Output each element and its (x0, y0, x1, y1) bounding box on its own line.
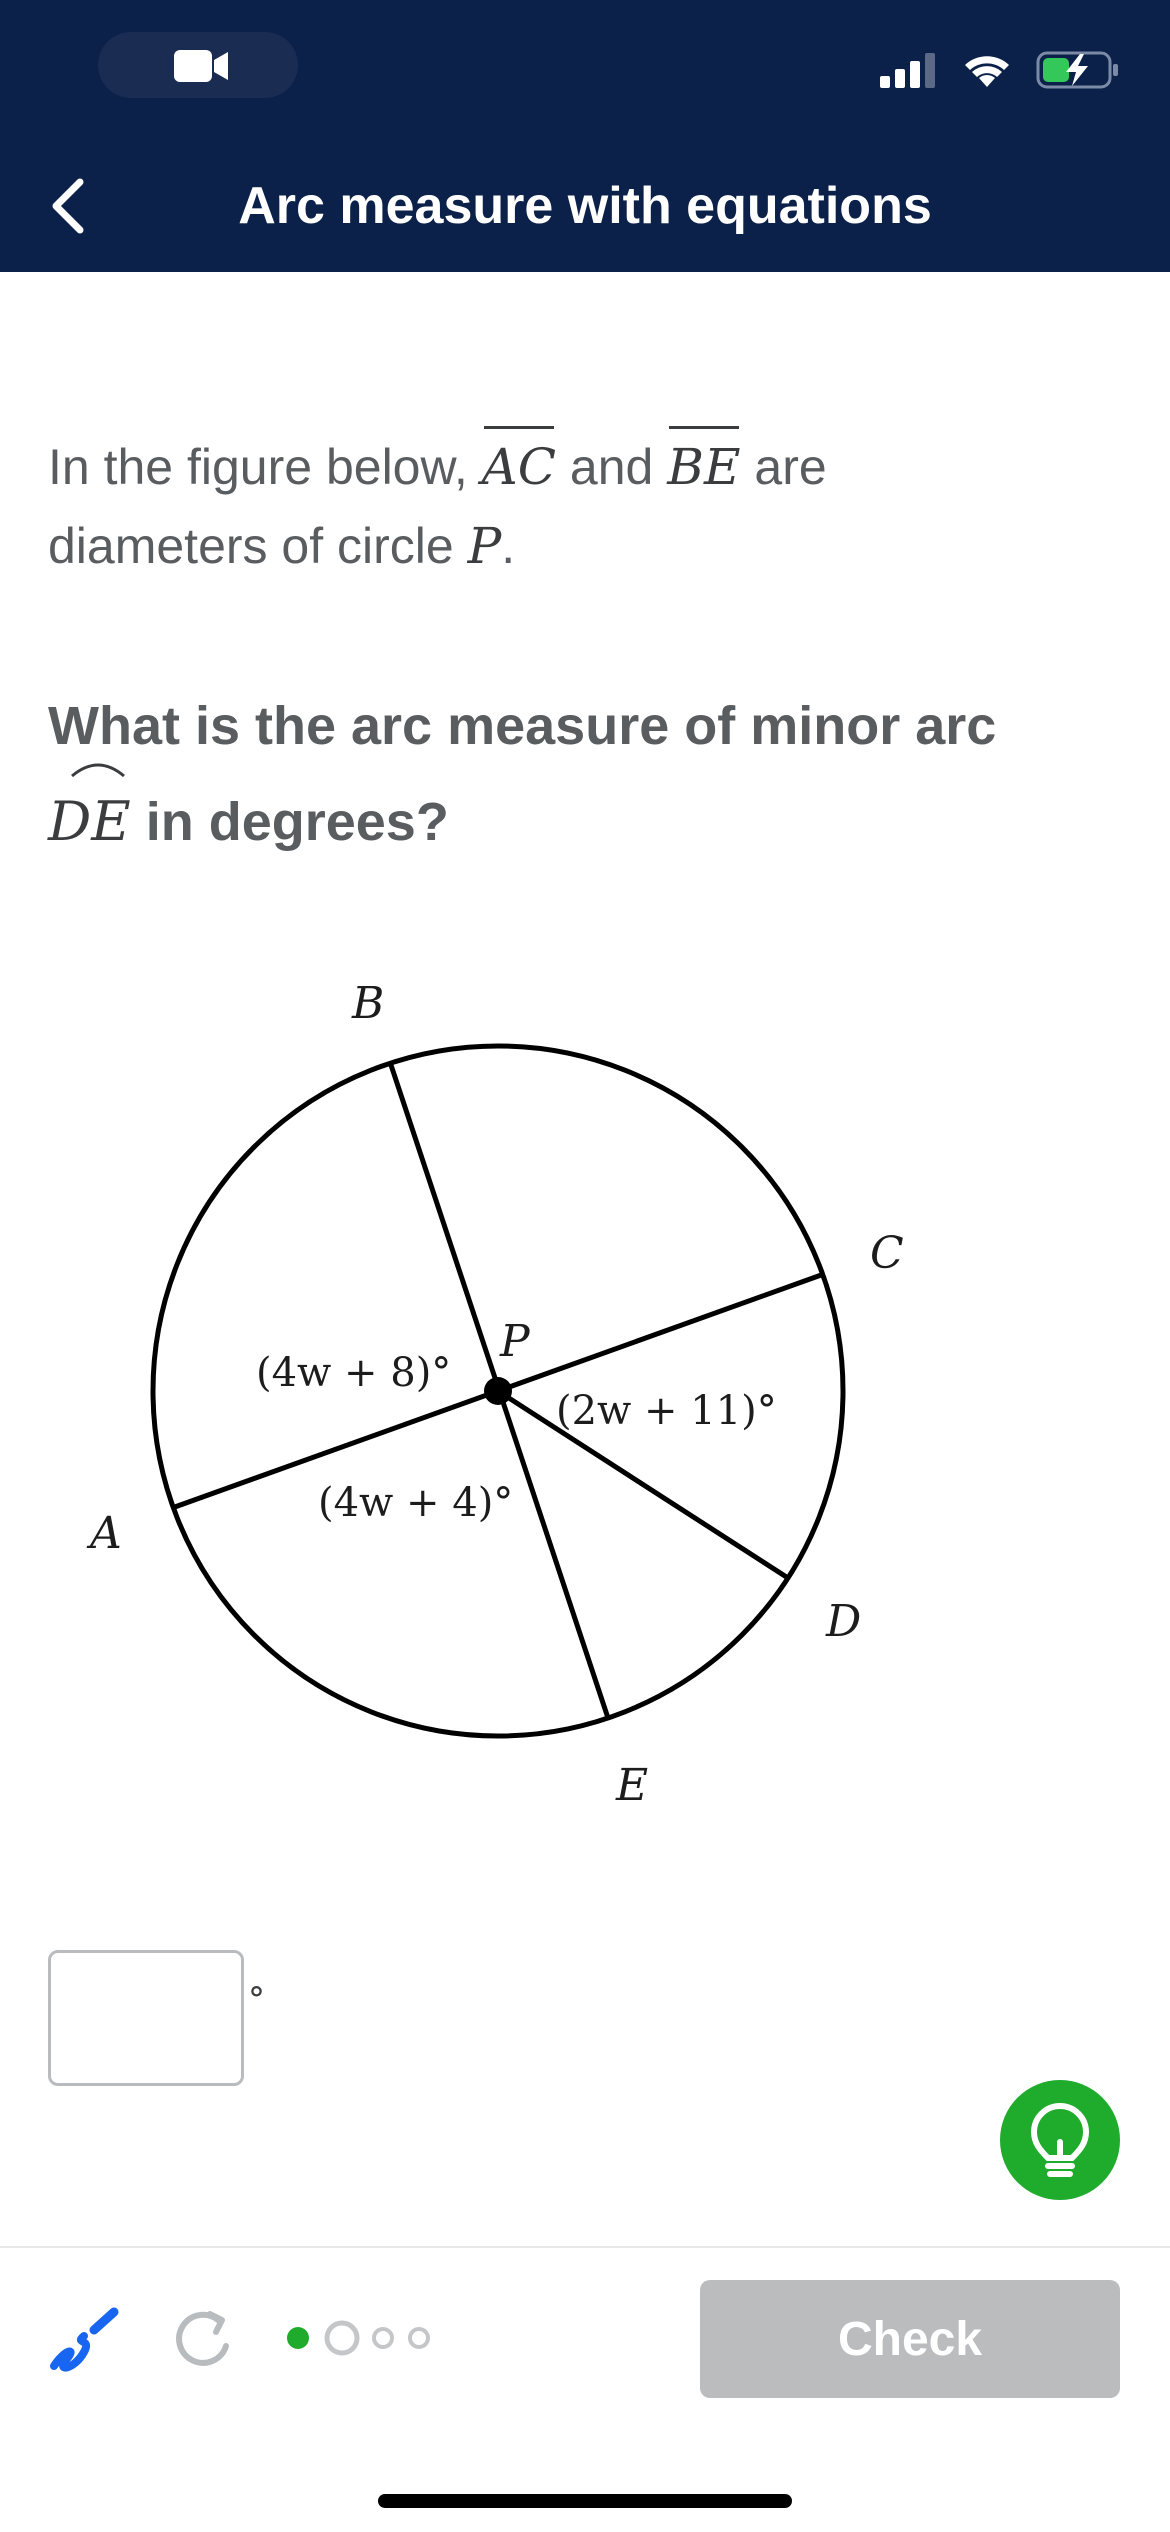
restart-arrow-icon (176, 2311, 229, 2366)
label-p: P (499, 1316, 531, 1367)
center-point (484, 1377, 512, 1405)
intro-period: . (501, 518, 516, 574)
hint-button[interactable] (1000, 2080, 1120, 2200)
angle-label-ape: (4w + 4)° (318, 1480, 513, 1526)
progress-dot-3 (372, 2327, 394, 2349)
angle-label-apb: (4w + 8)° (256, 1350, 451, 1396)
intro-are: are (754, 439, 827, 495)
lightbulb-icon (1030, 2103, 1090, 2177)
scratchpad-pencil-icon (50, 2307, 119, 2372)
battery-charging-icon (1036, 51, 1118, 89)
arc-de: DE (48, 763, 131, 870)
video-camera-icon (174, 50, 228, 82)
question-intro: In the figure below, AC and BE are diame… (48, 426, 1118, 586)
label-b: B (351, 978, 384, 1029)
segment-be: BE (667, 426, 741, 507)
restart-button[interactable] (170, 2304, 240, 2374)
check-button[interactable]: Check (700, 2280, 1120, 2398)
label-a: A (86, 1508, 122, 1559)
answer-input[interactable] (48, 1950, 244, 2086)
arc-symbol (71, 763, 125, 778)
answer-degree-unit: ° (248, 1980, 265, 2020)
progress-dot-2 (324, 2320, 360, 2356)
intro-prefix: In the figure below, (48, 439, 468, 495)
progress-dot-4 (408, 2327, 430, 2349)
arc-name: DE (48, 790, 131, 853)
progress-dots (287, 2320, 430, 2356)
label-d: D (825, 1596, 861, 1647)
segment-ac: AC (482, 426, 556, 507)
wifi-icon (965, 56, 1009, 87)
prompt-suffix: in degrees? (145, 792, 449, 852)
progress-dot-1 (287, 2327, 309, 2349)
home-indicator (378, 2494, 792, 2508)
scratchpad-button[interactable] (44, 2300, 124, 2380)
circle-name: P (467, 517, 502, 575)
page-title: Arc measure with equations (238, 177, 932, 235)
label-e: E (615, 1760, 648, 1811)
angle-label-cpd: (2w + 11)° (556, 1388, 777, 1434)
intro-and: and (569, 439, 654, 495)
cellular-signal-icon (880, 53, 935, 88)
intro-line2: diameters of circle (48, 518, 454, 574)
prompt-prefix: What is the arc measure of minor arc (48, 696, 997, 756)
label-c: C (870, 1228, 904, 1279)
top-header: Arc measure with equations (0, 0, 1170, 272)
question-prompt: What is the arc measure of minor arc DE … (48, 678, 1118, 870)
toolbar-divider (0, 2246, 1170, 2248)
circle-figure: B C A D E P (4w + 8)° (2w + 11)° (4w + 4… (86, 978, 904, 1811)
